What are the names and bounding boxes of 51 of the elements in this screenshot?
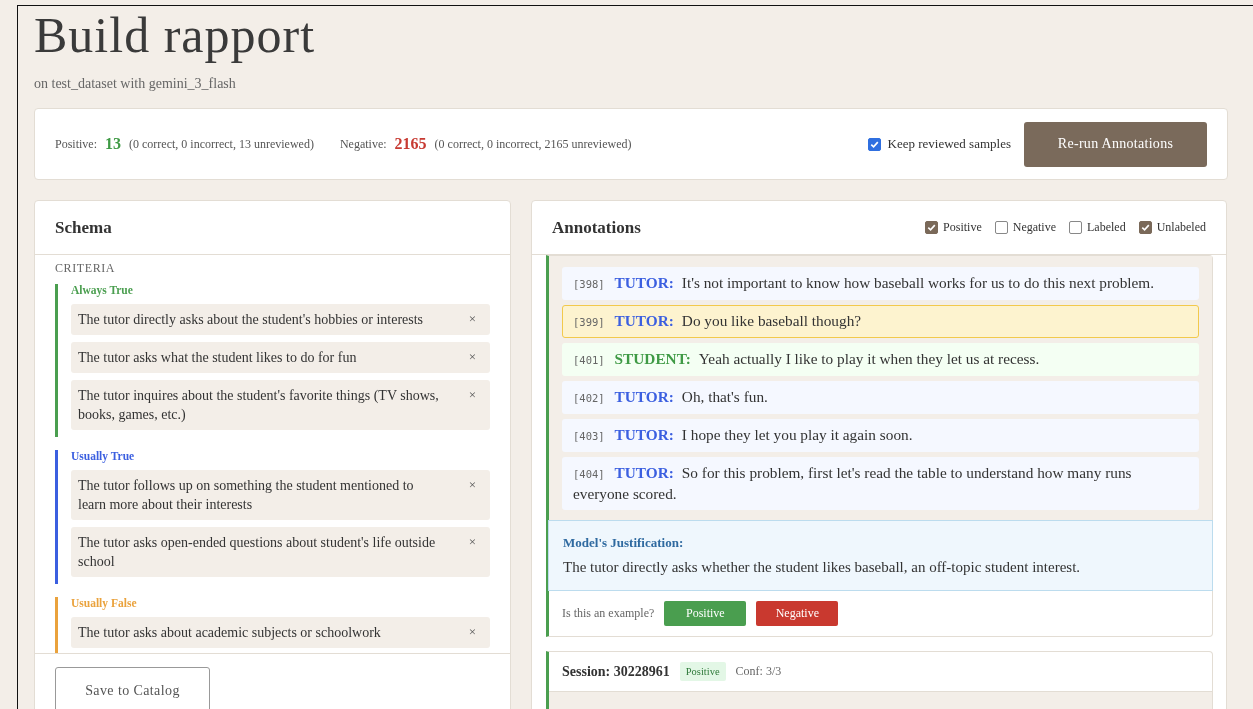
save-button[interactable]: Save to Catalog	[55, 667, 210, 709]
filter-label: Positive	[943, 220, 982, 235]
stat-count: 13	[105, 135, 121, 153]
message-text: [399] TUTOR: Do you like baseball though?	[573, 312, 862, 329]
checkbox-label: Keep reviewed samples	[887, 136, 1011, 152]
criterion-text: The tutor asks open-ended questions about student's life outside school	[78, 534, 437, 571]
remove-button[interactable]: ×	[468, 348, 476, 367]
message-text: [402] TUTOR: Oh, that's fun.	[573, 388, 768, 405]
stat-detail: (0 correct, 0 incorrect, 13 unreviewed)	[129, 136, 314, 152]
page-title: Build rapport	[34, 8, 317, 62]
message-text: [398] TUTOR: It's not important to know how baseball works for us to do this next problem.	[573, 274, 1155, 291]
stat-label: Negative:	[339, 136, 387, 152]
filter-label: Unlabeled	[1156, 220, 1206, 235]
message-text: [404] TUTOR: So for this problem, first let's read the table to understand how many runs everyone scored.	[573, 464, 1132, 502]
criterion-text: The tutor directly asks about the student's hobbies or interests	[78, 311, 425, 329]
filter-label: Labeled	[1087, 220, 1126, 235]
page-subtitle: on test_dataset with gemini_3_flash	[34, 76, 237, 92]
label-button[interactable]: Negative	[756, 601, 839, 626]
panel-title: Schema	[55, 217, 112, 238]
stat-detail: (0 correct, 0 incorrect, 2165 unreviewed)	[434, 136, 632, 152]
section-label: CRITERIA	[55, 261, 117, 276]
checkbox[interactable]	[994, 221, 1008, 234]
panel-title: Annotations	[552, 217, 641, 238]
label-badge: Positive	[679, 662, 726, 681]
rerun-button[interactable]: Re-run Annotations	[1024, 121, 1207, 167]
session-title: Session: 30228961	[562, 663, 670, 680]
remove-button[interactable]: ×	[468, 310, 476, 329]
remove-button[interactable]: ×	[468, 476, 476, 514]
criterion-text: The tutor follows up on something the student mentioned to learn more about their interests	[78, 477, 415, 514]
checkbox[interactable]	[867, 137, 881, 151]
remove-button[interactable]: ×	[468, 623, 476, 642]
message-text: [403] TUTOR: I hope they let you play it again soon.	[573, 426, 913, 443]
criterion-text: The tutor asks what the student likes to do for fun	[78, 349, 358, 367]
group-label: Usually False	[71, 597, 138, 609]
checkbox[interactable]	[1138, 221, 1152, 234]
group-label: Usually True	[71, 450, 136, 462]
stat-label: Positive:	[55, 136, 97, 152]
filter-label: Negative	[1012, 220, 1057, 235]
confidence-text: Conf: 3/3	[735, 664, 782, 679]
justification-title: Model's Justification:	[563, 535, 685, 551]
remove-button[interactable]: ×	[468, 533, 476, 571]
checkbox[interactable]	[1069, 221, 1083, 234]
message-text: [401] STUDENT: Yeah actually I like to play it when they let us at recess.	[573, 350, 1040, 367]
justification-text: The tutor directly asks whether the student likes baseball, an off-topic student interest.	[563, 559, 1082, 576]
group-label: Always True	[71, 284, 134, 296]
criterion-text: The tutor asks about academic subjects or schoolwork	[78, 624, 382, 642]
checkbox[interactable]	[925, 221, 939, 234]
stat-count: 2165	[394, 135, 427, 153]
question-label: Is this an example?	[562, 606, 655, 621]
criterion-text: The tutor inquires about the student's favorite things (TV shows, books, games, etc.)	[78, 387, 440, 424]
remove-button[interactable]: ×	[468, 386, 476, 424]
